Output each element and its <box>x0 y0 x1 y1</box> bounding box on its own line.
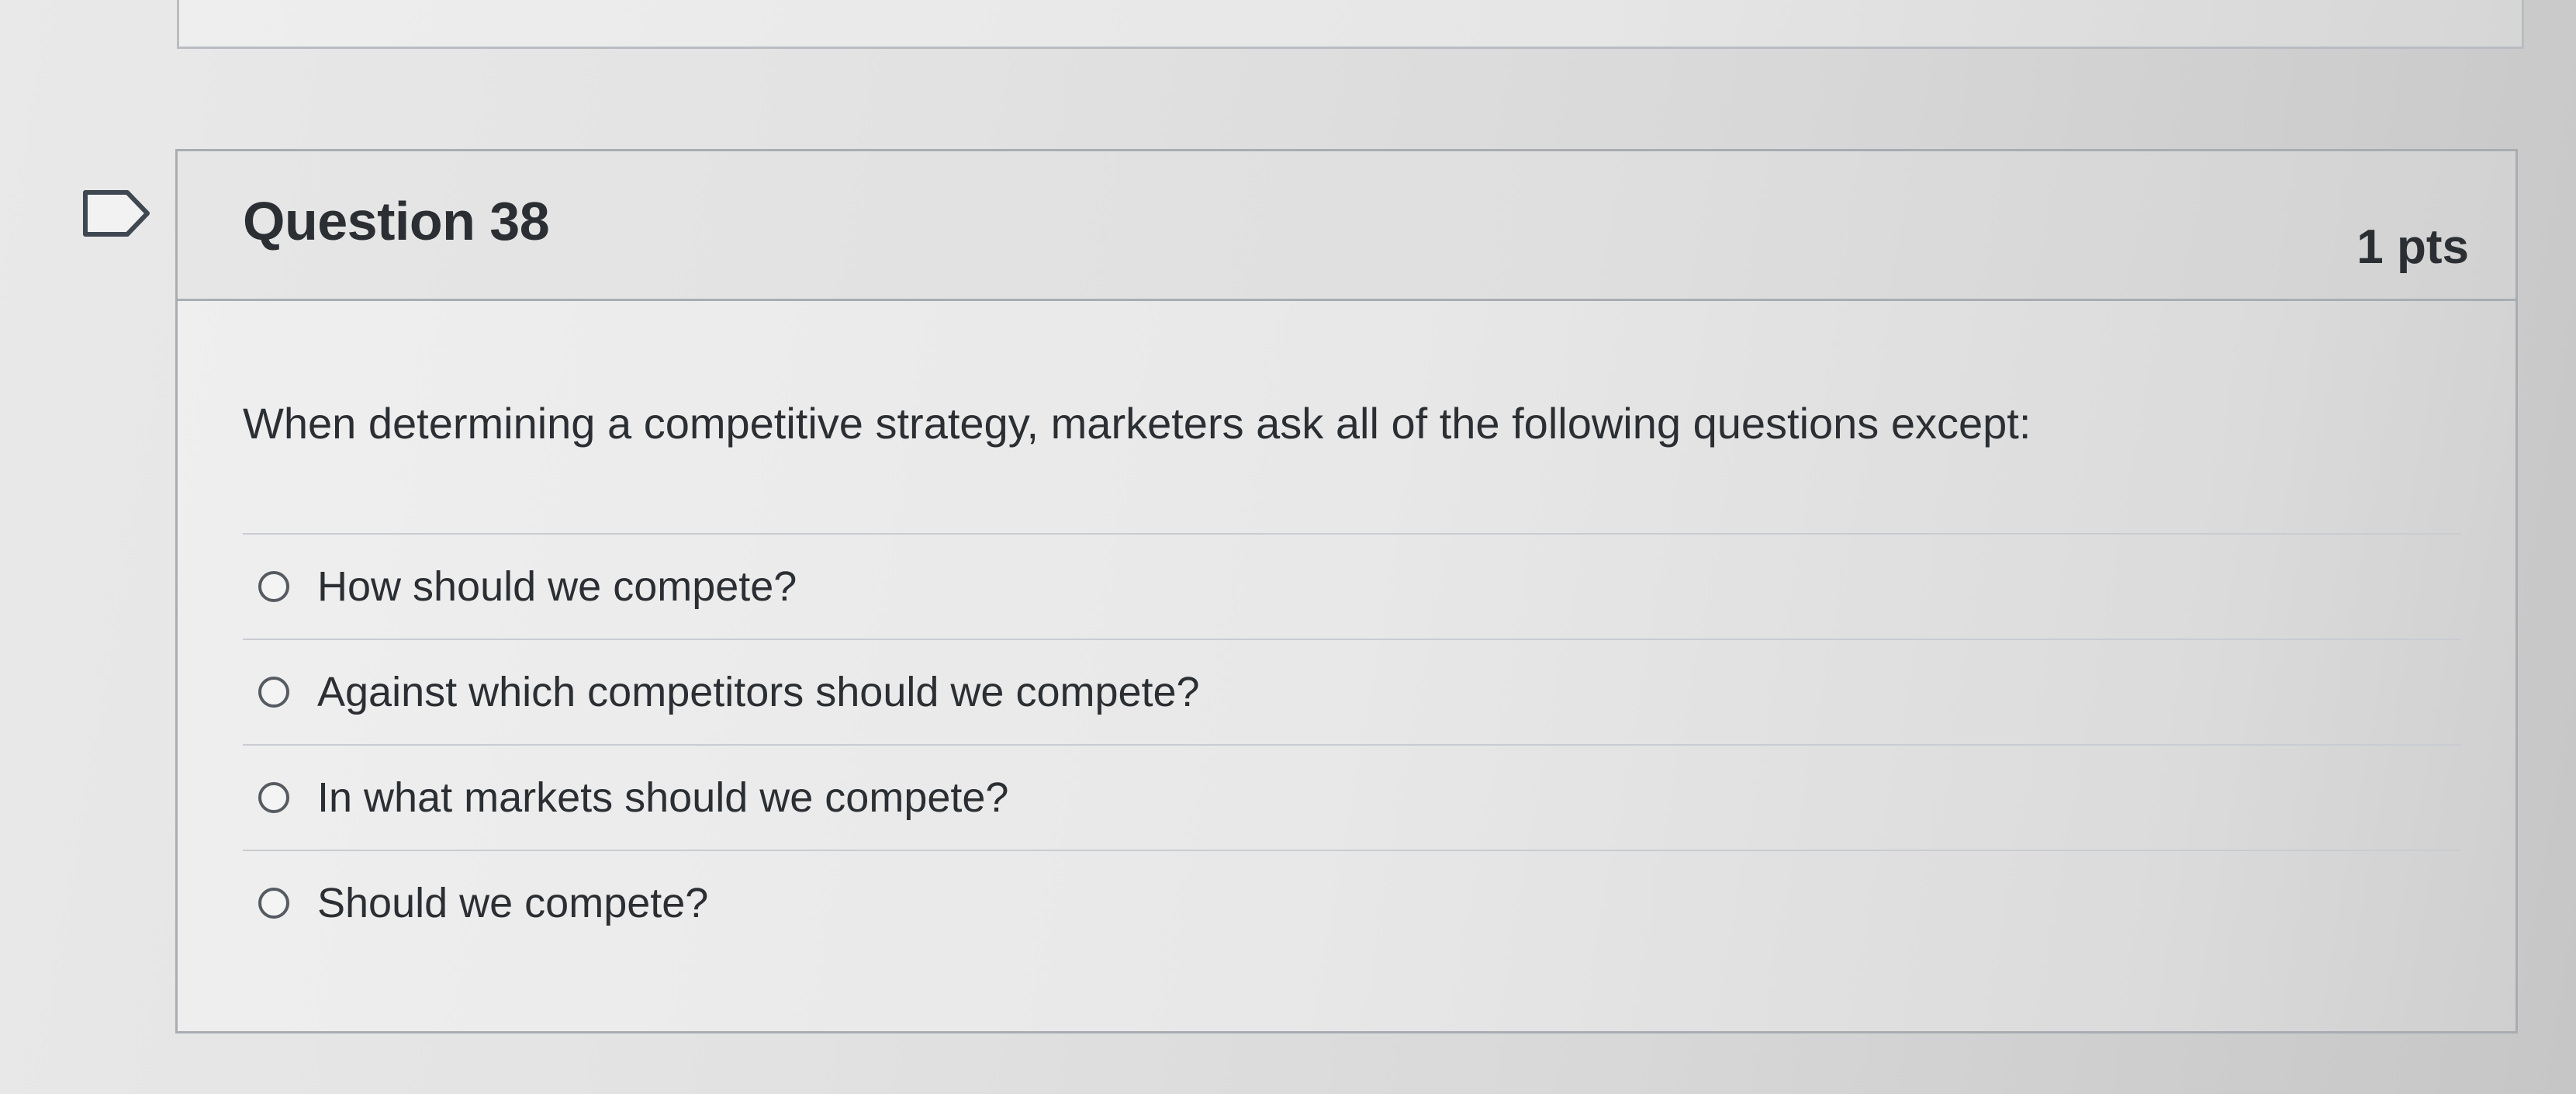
radio-unchecked-icon[interactable] <box>258 677 289 708</box>
answer-label[interactable]: Against which competitors should we comp… <box>317 668 1200 716</box>
flag-icon[interactable] <box>82 189 152 237</box>
question-card: Question 38 1 pts When determining a com… <box>175 149 2518 1033</box>
answer-option[interactable]: In what markets should we compete? <box>243 744 2461 850</box>
radio-unchecked-icon[interactable] <box>258 782 289 813</box>
answer-label[interactable]: Should we compete? <box>317 879 708 927</box>
answer-option[interactable]: Against which competitors should we comp… <box>243 639 2461 744</box>
previous-question-card <box>177 0 2524 49</box>
question-points: 1 pts <box>2356 220 2469 274</box>
radio-unchecked-icon[interactable] <box>258 571 289 602</box>
answer-label[interactable]: How should we compete? <box>317 563 797 611</box>
question-title: Question 38 <box>243 191 550 251</box>
question-text: When determining a competitive strategy,… <box>243 399 2031 448</box>
answer-list: How should we compete? Against which com… <box>243 533 2461 955</box>
radio-unchecked-icon[interactable] <box>258 888 289 919</box>
answer-option[interactable]: Should we compete? <box>243 850 2461 955</box>
question-header: Question 38 1 pts <box>178 151 2515 301</box>
answer-option[interactable]: How should we compete? <box>243 533 2461 639</box>
answer-label[interactable]: In what markets should we compete? <box>317 774 1008 822</box>
